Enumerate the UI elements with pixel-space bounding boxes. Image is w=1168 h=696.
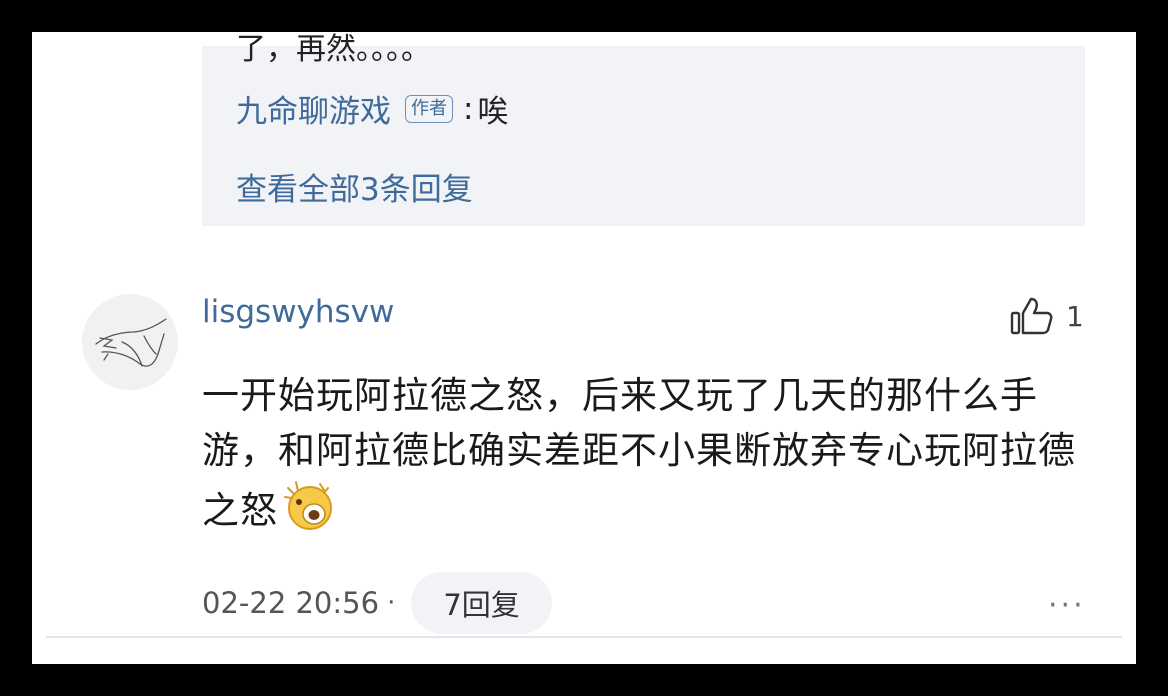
meta-dot: ·	[387, 588, 396, 618]
comment-screen: 了，再然。。。。 九命聊游戏 作者 : 唉 查看全部3条回复 lisgswyhs…	[32, 32, 1136, 664]
comment-timestamp: 02-22 20:56	[202, 586, 380, 620]
more-options-button[interactable]: ···	[1048, 588, 1086, 623]
astonished-face-emoji-icon	[280, 478, 340, 547]
avatar[interactable]	[82, 294, 178, 390]
reply-separator: :	[463, 90, 474, 127]
author-badge: 作者	[405, 94, 453, 123]
reply-author-name[interactable]: 九命聊游戏	[236, 86, 391, 131]
like-button[interactable]: 1	[1010, 296, 1084, 336]
view-all-replies-link[interactable]: 查看全部3条回复	[236, 164, 473, 209]
thumbs-up-icon	[1010, 297, 1053, 335]
comment-meta: 02-22 20:56 · 7回复	[202, 572, 552, 634]
reply-preview-text: 唉	[477, 94, 509, 130]
reply-preview-line[interactable]: 九命聊游戏 作者 : 唉	[236, 86, 508, 131]
divider	[46, 636, 1122, 638]
like-count: 1	[1066, 299, 1084, 333]
reply-preview-box: 了，再然。。。。 九命聊游戏 作者 : 唉 查看全部3条回复	[202, 32, 1085, 226]
comment-body: 一开始玩阿拉德之怒，后来又玩了几天的那什么手游，和阿拉德比确实差距不小果断放弃专…	[202, 368, 1102, 547]
reply-preview-clipped-text: 了，再然。。。。	[236, 32, 431, 67]
avatar-sketch-icon	[95, 318, 167, 367]
reply-count-button[interactable]: 7回复	[411, 572, 552, 634]
comment-username[interactable]: lisgswyhsvw	[202, 294, 394, 330]
